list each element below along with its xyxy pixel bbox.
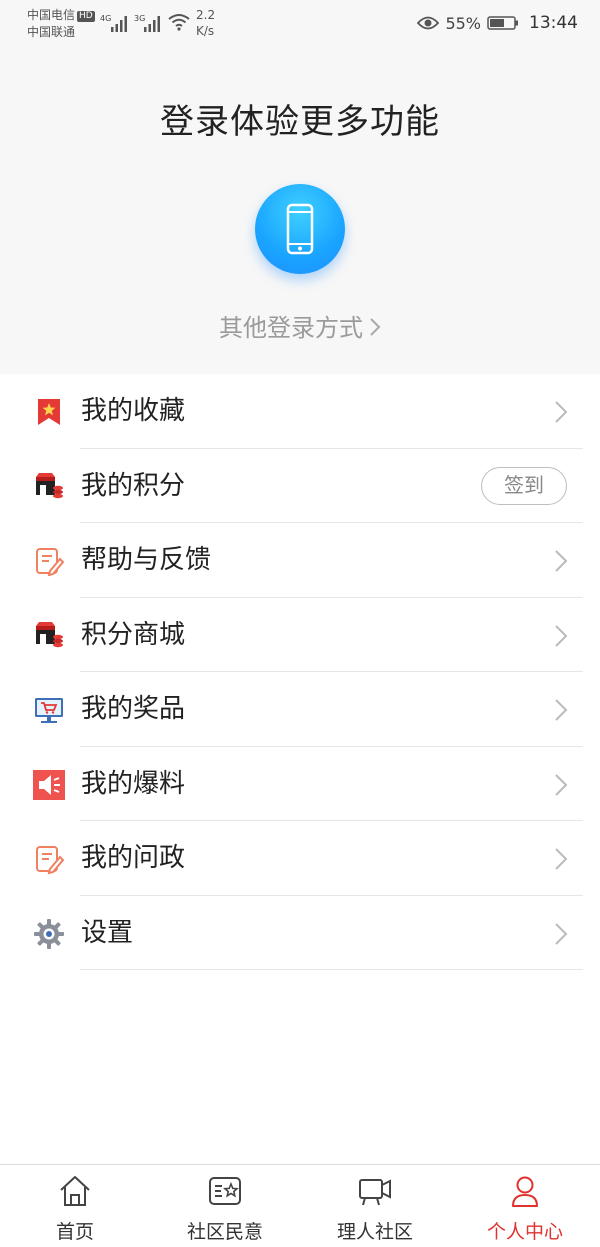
chevron-right-icon xyxy=(555,848,568,870)
other-login-label: 其他登录方式 xyxy=(219,314,363,342)
menu-item-label: 我的问政 xyxy=(81,843,186,873)
menu-item-points[interactable]: 我的积分 签到 xyxy=(0,449,600,523)
gear-icon xyxy=(34,918,64,949)
menu-item-label: 我的奖品 xyxy=(81,694,186,724)
video-camera-icon xyxy=(359,1179,391,1206)
carrier1: 中国电信 xyxy=(27,8,76,22)
clock: 13:44 xyxy=(529,13,578,33)
speaker-icon xyxy=(33,769,65,800)
menu-item-settings[interactable]: 设置 xyxy=(0,896,600,970)
edit-note-icon xyxy=(36,846,65,875)
phone-icon xyxy=(286,203,314,255)
chevron-right-icon xyxy=(555,922,568,945)
tab-community[interactable]: 理人社区 xyxy=(300,1165,450,1247)
tab-label: 社区民意 xyxy=(186,1221,263,1243)
carrier-info: 中国电信 HD 中国联通 xyxy=(27,7,95,41)
menu-item-tips[interactable]: 我的爆料 xyxy=(0,747,600,821)
menu-item-label: 我的积分 xyxy=(81,470,186,501)
tab-label: 理人社区 xyxy=(336,1221,413,1243)
speed-value: 2.2 xyxy=(196,8,216,22)
hd-badge: HD xyxy=(77,11,95,22)
signal-bars-icon xyxy=(111,16,127,32)
status-right: 55% 13:44 xyxy=(417,12,578,34)
other-login-link[interactable]: 其他登录方式 xyxy=(0,308,600,343)
login-header: 登录体验更多功能 其他登录方式 xyxy=(0,46,600,374)
page: 中国电信 HD 中国联通 4G 3G 2.2 K/s 55% 13:44 登录体… xyxy=(0,0,600,1247)
menu-list: 我的收藏 我的积分 签到 帮助与反馈 积分商城 我的奖品 我的爆料 我的问政 设… xyxy=(0,374,600,970)
chevron-right-icon xyxy=(555,699,568,721)
carrier2: 中国联通 xyxy=(27,25,76,39)
home-icon xyxy=(60,1176,90,1206)
menu-item-label: 我的收藏 xyxy=(81,396,186,426)
monitor-cart-icon xyxy=(35,698,63,723)
menu-item-label: 设置 xyxy=(81,917,134,948)
status-bar: 中国电信 HD 中国联通 4G 3G 2.2 K/s 55% 13:44 xyxy=(0,0,600,46)
network-speed: 2.2 K/s xyxy=(196,7,215,39)
menu-item-favorites[interactable]: 我的收藏 xyxy=(0,374,600,449)
phone-login-button[interactable] xyxy=(255,184,345,274)
bottom-tab-bar: 首页 社区民意 理人社区 个人中心 xyxy=(0,1164,600,1247)
chevron-right-icon xyxy=(555,624,568,647)
points-shop-icon xyxy=(36,472,63,498)
menu-item-points-mall[interactable]: 积分商城 xyxy=(0,598,600,672)
chevron-right-icon xyxy=(555,550,568,572)
menu-item-label: 帮助与反馈 xyxy=(81,545,212,575)
user-icon xyxy=(512,1176,538,1207)
menu-item-label: 积分商城 xyxy=(81,619,186,650)
tab-label: 首页 xyxy=(55,1221,94,1243)
chevron-right-icon xyxy=(555,773,568,796)
chevron-right-icon xyxy=(370,318,381,336)
tab-label: 个人中心 xyxy=(486,1221,563,1243)
menu-item-inquiries[interactable]: 我的问政 xyxy=(0,821,600,896)
chevron-right-icon xyxy=(555,401,568,423)
wifi-icon xyxy=(168,14,190,31)
bookmark-star-icon xyxy=(38,399,60,425)
login-title[interactable]: 登录体验更多功能 xyxy=(0,94,600,143)
eye-icon xyxy=(417,16,440,30)
battery-percent: 55% xyxy=(445,13,481,33)
tab-profile[interactable]: 个人中心 xyxy=(450,1165,600,1247)
checkin-button[interactable]: 签到 xyxy=(481,466,567,505)
signal-bars-icon xyxy=(144,16,160,32)
battery-icon xyxy=(487,16,518,30)
edit-note-icon xyxy=(36,548,65,577)
divider xyxy=(80,969,583,970)
star-card-icon xyxy=(209,1177,241,1205)
menu-item-help-feedback[interactable]: 帮助与反馈 xyxy=(0,523,600,598)
points-shop-icon xyxy=(36,621,63,647)
tab-community-opinion[interactable]: 社区民意 xyxy=(150,1165,300,1247)
menu-item-prizes[interactable]: 我的奖品 xyxy=(0,672,600,747)
tab-home[interactable]: 首页 xyxy=(0,1165,150,1247)
speed-unit: K/s xyxy=(196,24,215,38)
menu-item-label: 我的爆料 xyxy=(81,768,186,799)
